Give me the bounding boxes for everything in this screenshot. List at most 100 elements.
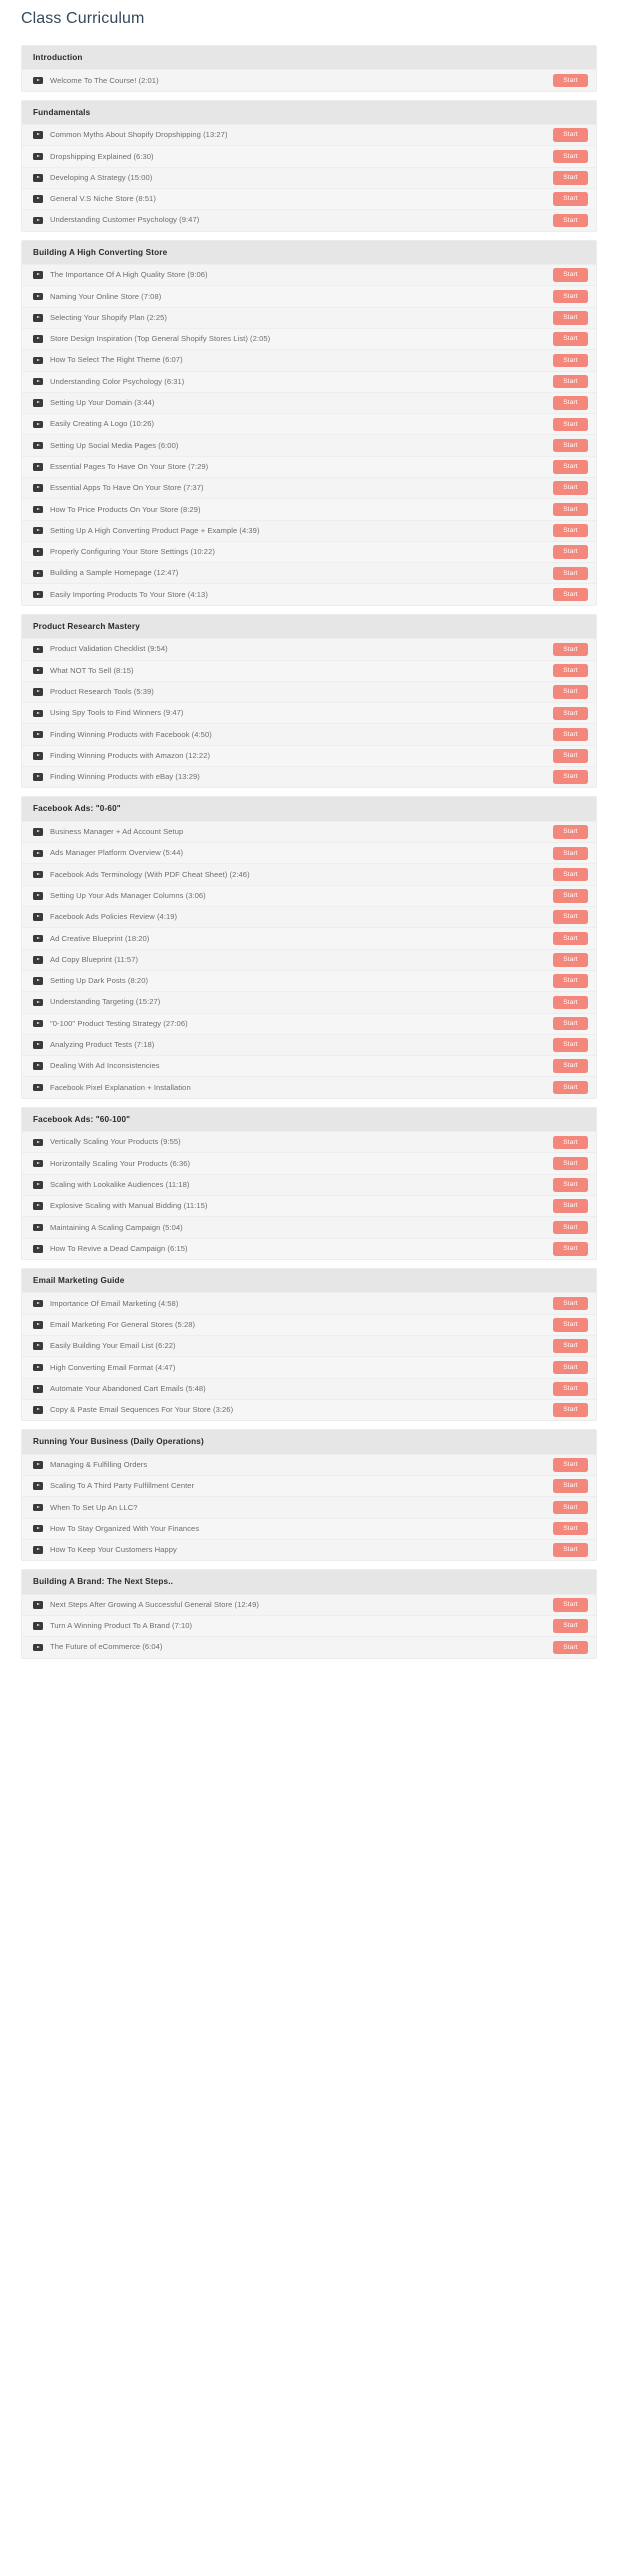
start-button[interactable]: Start bbox=[553, 706, 588, 721]
lesson-row[interactable]: What NOT To Sell (8:15) Start bbox=[22, 659, 596, 681]
start-button[interactable]: Start bbox=[553, 171, 588, 185]
start-button[interactable]: Start bbox=[553, 995, 588, 1010]
start-button[interactable]: Start bbox=[553, 910, 588, 924]
lesson-row[interactable]: General V.S Niche Store (8:51) Start bbox=[22, 187, 596, 210]
lesson-row[interactable]: How To Revive a Dead Campaign (6:15) Star… bbox=[22, 1237, 596, 1259]
lesson-row[interactable]: How To Stay Organized With Your Finances… bbox=[22, 1517, 596, 1539]
start-button[interactable]: Start bbox=[553, 1016, 588, 1031]
start-button[interactable]: Start bbox=[553, 974, 588, 988]
start-button[interactable]: Start bbox=[553, 1479, 588, 1493]
lesson-row[interactable]: High Converting Email Format (4:47) Start bbox=[22, 1356, 596, 1378]
lesson-row[interactable]: Next Steps After Growing A Successful Ge… bbox=[22, 1593, 596, 1615]
lesson-row[interactable]: Store Design Inspiration (Top General Sh… bbox=[22, 327, 596, 350]
start-button[interactable]: Start bbox=[553, 523, 588, 538]
start-button[interactable]: Start bbox=[553, 727, 588, 742]
start-button[interactable]: Start bbox=[553, 460, 588, 474]
start-button[interactable]: Start bbox=[553, 545, 588, 559]
start-button[interactable]: Start bbox=[553, 481, 588, 495]
lesson-row[interactable]: Copy & Paste Email Sequences For Your St… bbox=[22, 1398, 596, 1421]
lesson-row[interactable]: Turn A Winning Product To A Brand (7:10)… bbox=[22, 1614, 596, 1637]
start-button[interactable]: Start bbox=[553, 1619, 588, 1633]
lesson-row[interactable]: How To Select The Right Theme (6:07) Star… bbox=[22, 349, 596, 371]
lesson-row[interactable]: Setting Up Your Ads Manager Columns (3:0… bbox=[22, 884, 596, 907]
start-button[interactable]: Start bbox=[553, 417, 588, 431]
start-button[interactable]: Start bbox=[553, 1543, 588, 1557]
lesson-row[interactable]: Horizontally Scaling Your Products (6:36… bbox=[22, 1152, 596, 1174]
start-button[interactable]: Start bbox=[553, 825, 588, 839]
start-button[interactable]: Start bbox=[553, 192, 588, 206]
start-button[interactable]: Start bbox=[553, 396, 588, 410]
lesson-row[interactable]: Easily Creating A Logo (10:26) Start bbox=[22, 413, 596, 435]
start-button[interactable]: Start bbox=[553, 889, 588, 903]
start-button[interactable]: Start bbox=[553, 770, 588, 784]
lesson-row[interactable]: Finding Winning Products with Facebook (… bbox=[22, 723, 596, 745]
lesson-row[interactable]: Product Validation Checklist (9:54) Start bbox=[22, 638, 596, 660]
lesson-row[interactable]: Analyzing Product Tests (7:18) Start bbox=[22, 1033, 596, 1056]
start-button[interactable]: Start bbox=[553, 128, 588, 142]
start-button[interactable]: Start bbox=[553, 289, 588, 304]
start-button[interactable]: Start bbox=[553, 1500, 588, 1515]
start-button[interactable]: Start bbox=[553, 749, 588, 763]
lesson-row[interactable]: Scaling To A Third Party Fulfillment Cen… bbox=[22, 1475, 596, 1497]
lesson-row[interactable]: Finding Winning Products with eBay (13:2… bbox=[22, 766, 596, 788]
start-button[interactable]: Start bbox=[553, 1080, 588, 1095]
start-button[interactable]: Start bbox=[553, 953, 588, 967]
lesson-row[interactable]: Product Research Tools (5:39) Start bbox=[22, 680, 596, 703]
lesson-row[interactable]: "0-100" Product Testing Strategy (27:06)… bbox=[22, 1012, 596, 1034]
start-button[interactable]: Start bbox=[553, 213, 588, 228]
lesson-row[interactable]: Facebook Ads Terminology (With PDF Cheat… bbox=[22, 863, 596, 885]
lesson-row[interactable]: Vertically Scaling Your Products (9:55) S… bbox=[22, 1131, 596, 1153]
lesson-row[interactable]: Essential Apps To Have On Your Store (7:… bbox=[22, 477, 596, 499]
start-button[interactable]: Start bbox=[553, 1156, 588, 1171]
start-button[interactable]: Start bbox=[553, 1220, 588, 1235]
lesson-row[interactable]: Setting Up Your Domain (3:44) Start bbox=[22, 391, 596, 414]
lesson-row[interactable]: Facebook Ads Policies Review (4:19) Start bbox=[22, 906, 596, 928]
lesson-row[interactable]: Ad Creative Blueprint (18:20) Start bbox=[22, 927, 596, 949]
lesson-row[interactable]: Naming Your Online Store (7:08) Start bbox=[22, 285, 596, 307]
start-button[interactable]: Start bbox=[553, 1382, 588, 1396]
start-button[interactable]: Start bbox=[553, 438, 588, 453]
lesson-row[interactable]: Building a Sample Homepage (12:47) Start bbox=[22, 562, 596, 584]
lesson-row[interactable]: Welcome To The Course! (2:01) Start bbox=[22, 69, 596, 91]
lesson-row[interactable]: Maintaining A Scaling Campaign (5:04) Sta… bbox=[22, 1216, 596, 1238]
start-button[interactable]: Start bbox=[553, 1640, 588, 1655]
lesson-row[interactable]: Importance Of Email Marketing (4:58) Star… bbox=[22, 1292, 596, 1314]
start-button[interactable]: Start bbox=[553, 846, 588, 861]
start-button[interactable]: Start bbox=[553, 353, 588, 368]
start-button[interactable]: Start bbox=[553, 268, 588, 282]
start-button[interactable]: Start bbox=[553, 1403, 588, 1417]
lesson-row[interactable]: How To Keep Your Customers Happy Start bbox=[22, 1538, 596, 1561]
start-button[interactable]: Start bbox=[553, 332, 588, 346]
lesson-row[interactable]: How To Price Products On Your Store (8:2… bbox=[22, 498, 596, 520]
lesson-row[interactable]: Scaling with Lookalike Audiences (11:18)… bbox=[22, 1173, 596, 1196]
lesson-row[interactable]: Setting Up A High Converting Product Pag… bbox=[22, 519, 596, 541]
start-button[interactable]: Start bbox=[553, 1178, 588, 1192]
start-button[interactable]: Start bbox=[553, 1598, 588, 1612]
lesson-row[interactable]: Explosive Scaling with Manual Bidding (1… bbox=[22, 1195, 596, 1217]
lesson-row[interactable]: Business Manager + Ad Account Setup Start bbox=[22, 820, 596, 843]
lesson-row[interactable]: The Future of eCommerce (6:04) Start bbox=[22, 1636, 596, 1658]
lesson-row[interactable]: When To Set Up An LLC? Start bbox=[22, 1496, 596, 1518]
start-button[interactable]: Start bbox=[553, 1199, 588, 1213]
start-button[interactable]: Start bbox=[553, 566, 588, 581]
lesson-row[interactable]: Using Spy Tools to Find Winners (9:47) St… bbox=[22, 702, 596, 724]
lesson-row[interactable]: Facebook Pixel Explanation + Installatio… bbox=[22, 1076, 596, 1098]
start-button[interactable]: Start bbox=[553, 502, 588, 517]
start-button[interactable]: Start bbox=[553, 149, 588, 164]
start-button[interactable]: Start bbox=[553, 311, 588, 325]
lesson-row[interactable]: Dealing With Ad Inconsistencies Start bbox=[22, 1055, 596, 1077]
start-button[interactable]: Start bbox=[553, 1059, 588, 1073]
start-button[interactable]: Start bbox=[553, 73, 588, 88]
start-button[interactable]: Start bbox=[553, 587, 588, 602]
lesson-row[interactable]: Essential Pages To Have On Your Store (7… bbox=[22, 455, 596, 477]
lesson-row[interactable]: Understanding Color Psychology (6:31) Sta… bbox=[22, 370, 596, 392]
start-button[interactable]: Start bbox=[553, 1458, 588, 1472]
lesson-row[interactable]: Managing & Fulfilling Orders Start bbox=[22, 1453, 596, 1475]
start-button[interactable]: Start bbox=[553, 374, 588, 389]
lesson-row[interactable]: Setting Up Dark Posts (8:20) Start bbox=[22, 969, 596, 992]
lesson-row[interactable]: Easily Building Your Email List (6:22) St… bbox=[22, 1335, 596, 1357]
start-button[interactable]: Start bbox=[553, 931, 588, 946]
start-button[interactable]: Start bbox=[553, 1242, 588, 1256]
lesson-row[interactable]: Common Myths About Shopify Dropshipping … bbox=[22, 124, 596, 146]
start-button[interactable]: Start bbox=[553, 1038, 588, 1052]
